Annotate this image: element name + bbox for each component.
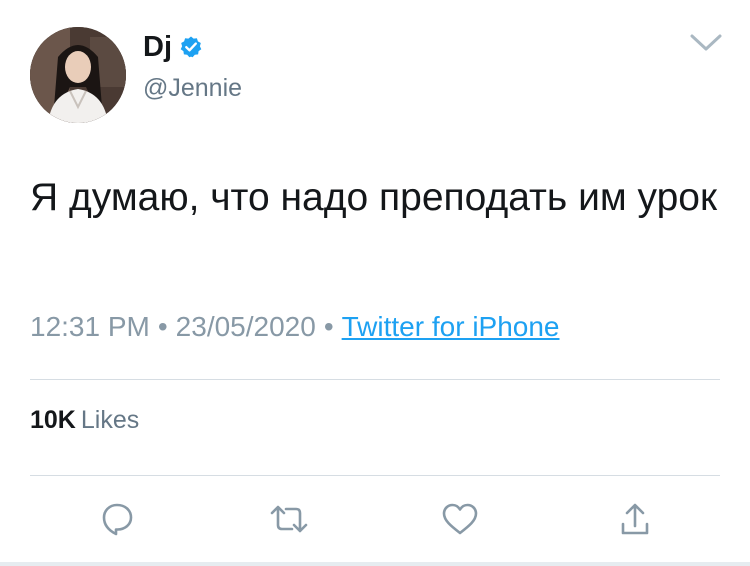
divider [30,379,720,380]
user-handle[interactable]: @Jennie [143,73,242,103]
bottom-border [0,562,750,566]
heart-icon [442,503,478,535]
likes-count: 10K [30,406,76,434]
avatar-image [30,27,126,123]
meta-separator: • [157,311,168,342]
retweet-button[interactable] [266,496,312,542]
likes-label: Likes [80,406,140,434]
share-icon [621,503,649,535]
reply-button[interactable] [94,496,140,542]
avatar[interactable] [30,27,126,123]
like-button[interactable] [437,496,483,542]
tweet-meta: 12:31 PM • 23/05/2020 • Twitter for iPhone [30,309,560,345]
verified-badge-icon [179,35,203,59]
share-button[interactable] [612,496,658,542]
tweet-date: 23/05/2020 [175,311,316,342]
retweet-icon [270,505,308,533]
action-bar [0,496,750,542]
reply-icon [102,503,133,536]
tweet-card: Dj @Jennie Я думаю, что надо преподать и… [0,0,750,566]
tweet-text: Я думаю, что надо преподать им урок [30,176,718,219]
likes-stat[interactable]: 10K Likes [30,403,139,437]
meta-separator: • [323,311,334,342]
tweet-time: 12:31 PM [30,311,150,342]
chevron-down-icon[interactable] [688,28,724,56]
divider [30,475,720,476]
display-name[interactable]: Dj [143,30,172,64]
name-row: Dj [143,30,203,64]
tweet-source-link[interactable]: Twitter for iPhone [342,311,560,342]
